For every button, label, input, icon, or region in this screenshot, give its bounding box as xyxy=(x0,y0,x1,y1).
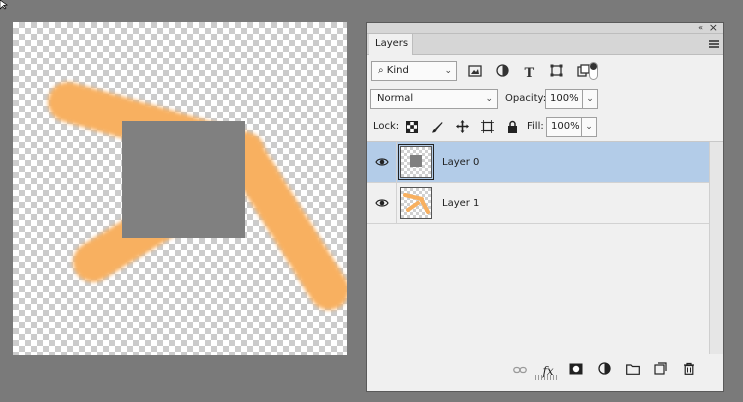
layer-name[interactable]: Layer 1 xyxy=(442,183,479,224)
delete-layer-icon[interactable] xyxy=(681,362,697,378)
blend-mode-value: Normal xyxy=(377,93,414,104)
chevron-down-icon: ⌄ xyxy=(444,66,452,76)
thumbnail-artwork xyxy=(410,155,422,167)
adjustment-layer-icon[interactable] xyxy=(596,362,612,378)
visibility-eye-icon[interactable] xyxy=(375,197,389,209)
lock-artboard-icon[interactable] xyxy=(481,120,495,134)
bottom-icons: fx xyxy=(503,362,697,380)
document-canvas[interactable] xyxy=(13,22,347,355)
lock-transparent-pixels-icon[interactable] xyxy=(405,121,419,135)
fill-dropdown-button[interactable]: ⌄ xyxy=(581,117,597,137)
panel-tabbar: Layers xyxy=(367,34,723,55)
blend-mode-select[interactable]: Normal ⌄ xyxy=(370,89,498,109)
new-layer-icon[interactable] xyxy=(653,362,669,378)
mouse-cursor-icon xyxy=(0,0,8,10)
opacity-label: Opacity: xyxy=(505,93,547,104)
blend-row: Normal ⌄ Opacity: 100% ⌄ xyxy=(367,89,723,111)
adjustment-filter-icon[interactable] xyxy=(494,64,510,80)
lock-row: Lock: Fill: 100% ⌄ xyxy=(367,117,723,139)
opacity-dropdown-button[interactable]: ⌄ xyxy=(582,89,598,109)
filter-toggle-switch[interactable] xyxy=(589,62,598,80)
layer-mask-icon[interactable] xyxy=(568,363,584,379)
layer-row-1[interactable]: Layer 1 xyxy=(367,183,709,224)
lock-label: Lock: xyxy=(373,121,400,132)
canvas-artwork xyxy=(48,82,347,310)
lock-image-pixels-icon[interactable] xyxy=(430,121,444,135)
opacity-input[interactable]: 100% xyxy=(545,89,583,109)
lock-position-icon[interactable] xyxy=(455,120,469,134)
layer-0-thumbnail[interactable] xyxy=(398,144,434,180)
close-panel-button[interactable]: × xyxy=(709,21,718,34)
panel-bottom-bar: fx xyxy=(367,359,723,381)
new-group-icon[interactable] xyxy=(625,363,641,379)
link-layers-icon[interactable] xyxy=(512,364,528,380)
layer-row-0[interactable]: Layer 0 xyxy=(367,142,709,183)
panel-header: « × xyxy=(367,21,723,34)
lock-all-icon[interactable] xyxy=(506,120,520,134)
thumbnail-artwork xyxy=(403,193,430,214)
layers-list: Layer 0 Layer 1 xyxy=(367,142,709,354)
filter-kind-select[interactable]: ⌕ Kind ⌄ xyxy=(371,61,457,81)
lock-icons xyxy=(405,120,528,136)
tab-layers[interactable]: Layers xyxy=(369,34,413,55)
fill-input[interactable]: 100% xyxy=(546,117,582,137)
layer-0-artwork xyxy=(122,121,245,238)
shape-filter-icon[interactable] xyxy=(549,64,565,80)
collapse-panel-button[interactable]: « xyxy=(698,23,703,32)
divider xyxy=(396,142,397,183)
layer-name[interactable]: Layer 0 xyxy=(442,142,479,183)
layers-panel: « × Layers ⌕ Kind ⌄ T Normal ⌄ Opacity: … xyxy=(366,21,724,392)
filter-kind-value: Kind xyxy=(386,65,409,76)
chevron-down-icon: ⌄ xyxy=(485,94,493,104)
type-filter-icon[interactable]: T xyxy=(521,66,537,82)
image-filter-icon[interactable] xyxy=(467,65,483,81)
layers-scrollbar[interactable] xyxy=(709,142,723,354)
panel-resize-grip[interactable] xyxy=(535,375,557,380)
search-icon: ⌕ xyxy=(378,65,384,76)
visibility-eye-icon[interactable] xyxy=(375,156,389,168)
filter-icons: T xyxy=(467,64,600,82)
filter-row: ⌕ Kind ⌄ T xyxy=(367,60,723,84)
layer-1-thumbnail[interactable] xyxy=(400,187,432,219)
divider xyxy=(396,183,397,224)
panel-menu-icon[interactable] xyxy=(709,40,719,48)
fill-label: Fill: xyxy=(527,121,544,132)
